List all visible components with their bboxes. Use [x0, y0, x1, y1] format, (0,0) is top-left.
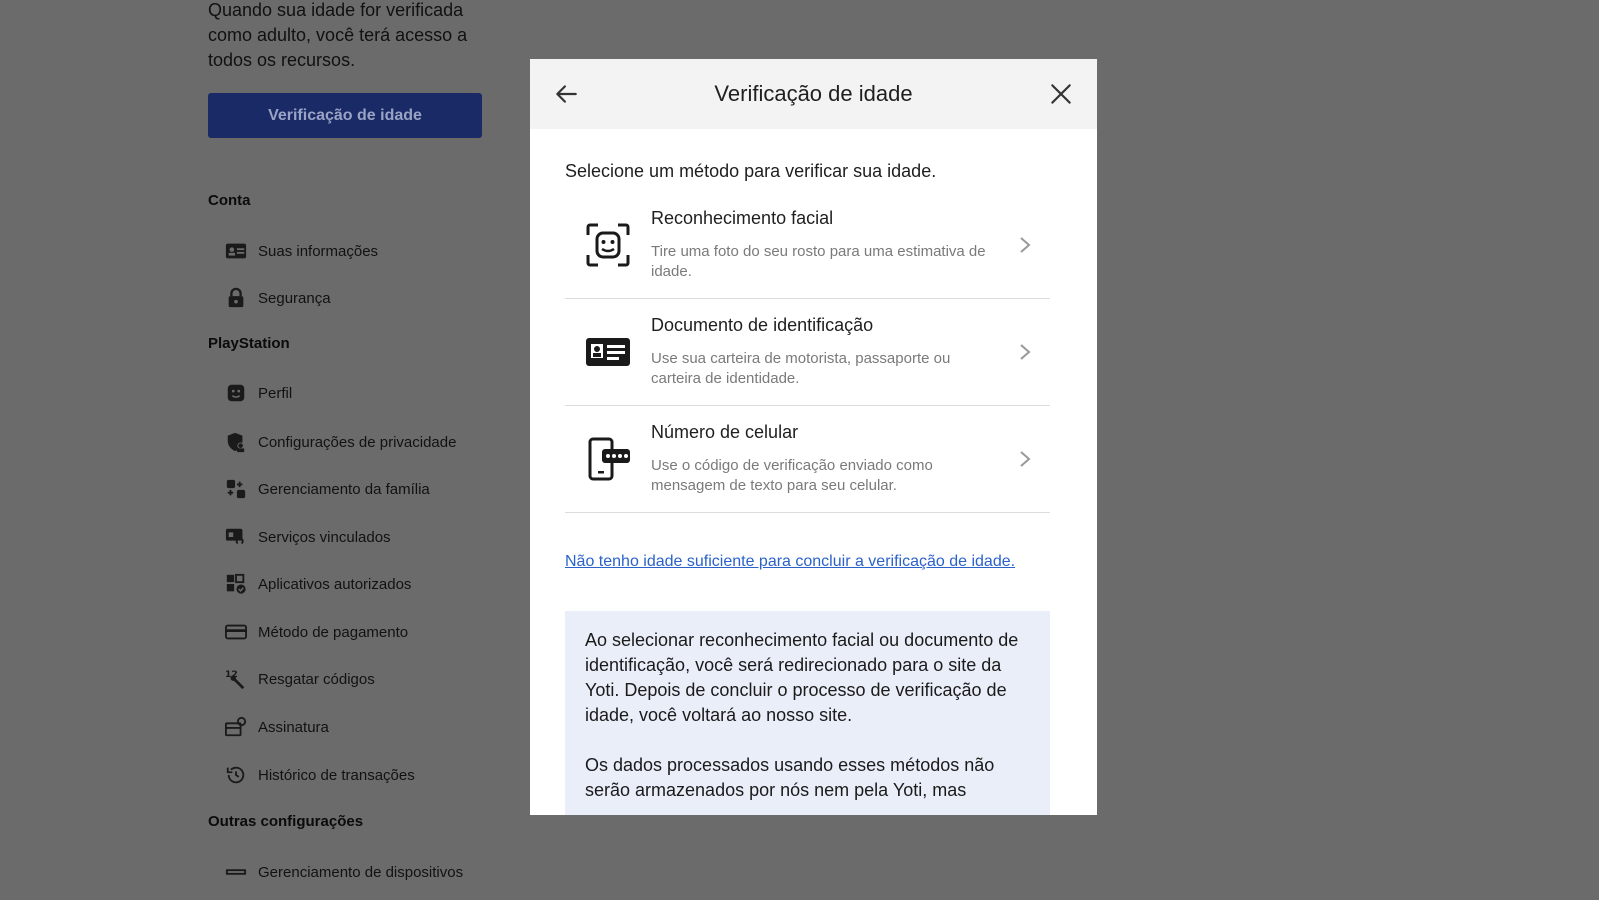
yoti-info-box: Ao selecionar reconhecimento facial ou d… [565, 611, 1050, 815]
sidebar-item-label: Histórico de transações [258, 766, 415, 784]
sidebar-item-label: Assinatura [258, 718, 329, 736]
subscription-icon [225, 716, 247, 738]
redeem-code-icon: 12 [225, 668, 247, 690]
info-paragraph: Ao selecionar reconhecimento facial ou d… [585, 630, 1019, 725]
section-heading-conta: Conta [208, 192, 251, 209]
not-old-enough-link[interactable]: Não tenho idade suficiente para concluir… [565, 553, 1050, 571]
sidebar-item-aplicativos[interactable]: Aplicativos autorizados [225, 572, 411, 596]
option-facial-recognition[interactable]: Reconhecimento facial Tire uma foto do s… [565, 192, 1050, 299]
option-title: Documento de identificação [651, 315, 874, 335]
face-scan-icon [583, 220, 633, 270]
privacy-shield-icon [225, 431, 247, 453]
authorized-apps-icon [225, 573, 247, 595]
credit-card-icon [225, 621, 247, 643]
sidebar-item-label: Serviços vinculados [258, 528, 391, 546]
sidebar-item-pagamento[interactable]: Método de pagamento [225, 620, 408, 644]
sidebar-item-privacidade[interactable]: Configurações de privacidade [225, 430, 456, 454]
info-paragraph: Os dados processados usando esses método… [585, 755, 995, 800]
id-card-icon [583, 327, 633, 377]
option-description: Use o código de verificação enviado como… [651, 457, 933, 494]
sidebar-item-label: Gerenciamento da família [258, 480, 430, 498]
modal-subtitle: Selecione um método para verificar sua i… [565, 161, 937, 181]
sidebar-item-label: Gerenciamento de dispositivos [258, 863, 464, 881]
sidebar-item-label: Método de pagamento [258, 623, 409, 641]
sidebar-item-suas-informacoes[interactable]: Suas informações [225, 239, 378, 263]
back-button[interactable] [548, 76, 584, 112]
option-id-document[interactable]: Documento de identificação Use sua carte… [565, 299, 1050, 406]
linked-services-icon [225, 526, 247, 548]
arrow-left-icon [556, 85, 577, 103]
lock-icon [225, 287, 247, 309]
sidebar-item-perfil[interactable]: Perfil [225, 381, 292, 405]
option-description: Tire uma foto do seu rosto para uma esti… [651, 243, 986, 280]
sidebar-item-assinatura[interactable]: Assinatura [225, 715, 329, 739]
option-phone-number[interactable]: Número de celular Use o código de verifi… [565, 406, 1050, 513]
id-card-icon [225, 240, 247, 262]
modal-title: Verificação de idade [714, 81, 913, 106]
option-description: Use sua carteira de motorista, passaport… [651, 350, 951, 387]
close-button[interactable] [1043, 76, 1079, 112]
sidebar-item-servicos[interactable]: Serviços vinculados [225, 525, 391, 549]
section-heading-outras: Outras configurações [208, 813, 364, 830]
sidebar-item-label: Suas informações [258, 242, 379, 260]
modal-body: Selecione um método para verificar sua i… [530, 161, 1097, 815]
option-title: Número de celular [651, 422, 799, 442]
sidebar-item-label: Segurança [258, 289, 331, 307]
profile-face-icon [225, 382, 247, 404]
option-title: Reconhecimento facial [651, 208, 834, 228]
verification-intro-text: Quando sua idade for verificada como adu… [208, 0, 468, 70]
modal-header: Verificação de idade [530, 59, 1097, 129]
age-verification-modal: Verificação de idade Selecione um método… [530, 59, 1097, 815]
chevron-right-icon [1010, 342, 1040, 362]
sidebar-item-historico[interactable]: Histórico de transações [225, 763, 415, 787]
phone-code-icon [583, 434, 633, 484]
chevron-right-icon [1010, 235, 1040, 255]
close-icon [1051, 84, 1071, 104]
sidebar-item-dispositivos[interactable]: Gerenciamento de dispositivos [225, 860, 463, 884]
verification-options: Reconhecimento facial Tire uma foto do s… [565, 192, 1050, 513]
sidebar-item-label: Perfil [258, 384, 293, 402]
sidebar-item-resgatar[interactable]: 12 Resgatar códigos [225, 667, 375, 691]
history-icon [225, 764, 247, 786]
section-heading-playstation: PlayStation [208, 335, 290, 352]
device-icon [225, 861, 247, 883]
sidebar-item-label: Aplicativos autorizados [258, 575, 412, 593]
sidebar-item-label: Resgatar códigos [258, 670, 375, 688]
sidebar-item-seguranca[interactable]: Segurança [225, 286, 331, 310]
sidebar-item-label: Configurações de privacidade [258, 433, 457, 451]
family-icon [225, 478, 247, 500]
chevron-right-icon [1010, 449, 1040, 469]
sidebar-item-familia[interactable]: Gerenciamento da família [225, 477, 430, 501]
age-verification-button[interactable]: Verificação de idade [208, 93, 482, 138]
